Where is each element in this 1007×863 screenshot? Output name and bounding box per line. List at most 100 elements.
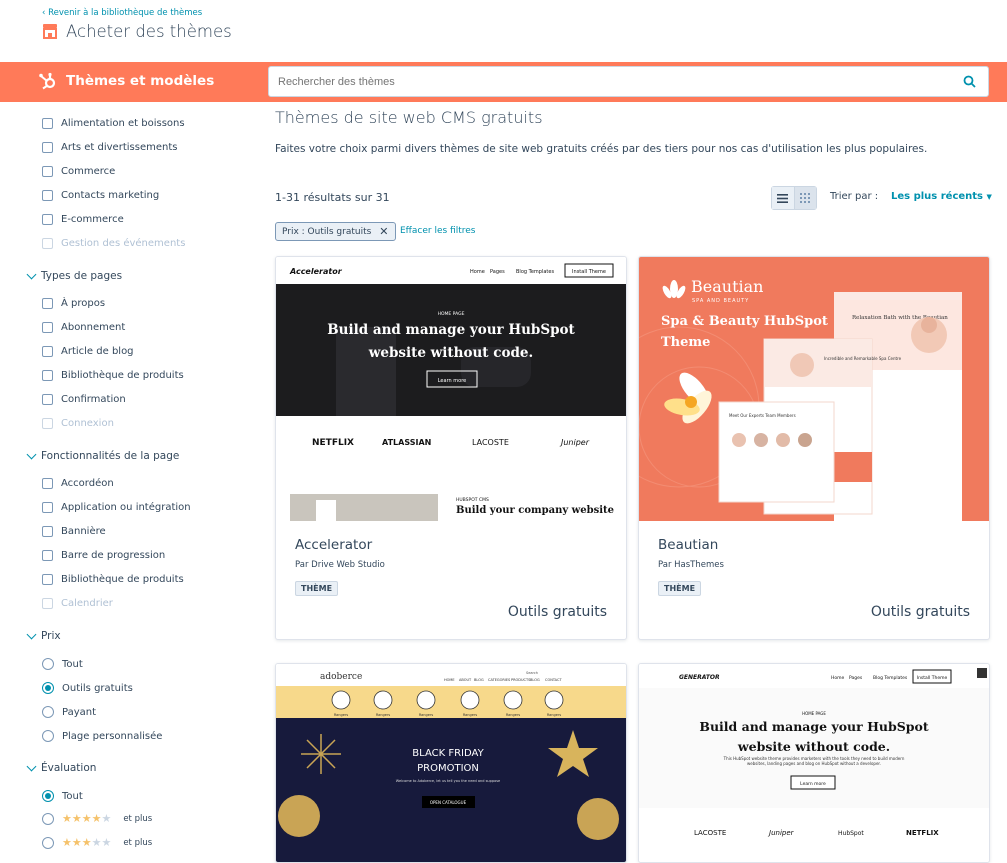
chevron-down-icon[interactable] xyxy=(26,761,37,771)
checkbox[interactable] xyxy=(42,166,53,177)
radio[interactable] xyxy=(42,658,54,670)
rating-option-all[interactable]: Tout xyxy=(42,790,83,802)
filter-label: Abonnement xyxy=(61,322,126,333)
brand-logo: LACOSTE xyxy=(694,829,726,837)
checkbox[interactable] xyxy=(42,214,53,225)
filter-feature: Calendrier xyxy=(42,598,113,609)
theme-name[interactable]: Beautian xyxy=(658,537,718,553)
filter-page-type[interactable]: À propos xyxy=(42,298,105,309)
checkbox[interactable] xyxy=(42,322,53,333)
page-title: Acheter des thèmes xyxy=(66,22,232,41)
theme-card-accelerator[interactable]: Accelerator Home Pages Blog Templates In… xyxy=(275,256,627,640)
search-icon[interactable] xyxy=(963,75,976,88)
preview-cta: Install Theme xyxy=(917,675,948,681)
star-rating-icon: ★★★★★ xyxy=(62,836,112,849)
price-option-free[interactable]: Outils gratuits xyxy=(42,682,133,694)
radio-selected[interactable] xyxy=(42,682,54,694)
sort-value[interactable]: Les plus récents xyxy=(891,191,983,202)
theme-name[interactable]: Accelerator xyxy=(295,537,372,553)
close-icon[interactable]: ✕ xyxy=(379,225,388,238)
section-title: Prix xyxy=(41,630,61,642)
checkbox[interactable] xyxy=(42,370,53,381)
preview-headline: Theme xyxy=(661,335,710,350)
theme-thumbnail[interactable]: GENERATOR Home Pages Blog Templates Inst… xyxy=(639,664,989,862)
rating-option-4[interactable]: ★★★★★ et plus xyxy=(42,812,152,825)
checkbox[interactable] xyxy=(42,526,53,537)
preview-icon-label: Rangers xyxy=(334,713,349,717)
back-link-label[interactable]: Revenir à la bibliothèque de thèmes xyxy=(48,8,202,18)
price-option-paid[interactable]: Payant xyxy=(42,706,96,718)
chevron-down-icon[interactable] xyxy=(26,629,37,639)
checkbox[interactable] xyxy=(42,394,53,405)
checkbox[interactable] xyxy=(42,478,53,489)
section-price[interactable]: Prix xyxy=(26,629,61,642)
filter-category-contacts[interactable]: Contacts marketing xyxy=(42,190,159,201)
filter-page-type[interactable]: Article de blog xyxy=(42,346,134,357)
checkbox[interactable] xyxy=(42,190,53,201)
filter-category-ecommerce[interactable]: E-commerce xyxy=(42,214,124,225)
checkbox[interactable] xyxy=(42,346,53,357)
search-input[interactable] xyxy=(269,67,949,96)
filter-page-type[interactable]: Confirmation xyxy=(42,394,126,405)
filter-label: Payant xyxy=(62,706,97,718)
theme-tag: THÈME xyxy=(658,581,702,596)
grid-view-button[interactable] xyxy=(794,187,816,209)
theme-thumbnail[interactable]: Accelerator Home Pages Blog Templates In… xyxy=(276,257,626,521)
preview-icon-label: Rangers xyxy=(463,713,478,717)
theme-thumbnail[interactable]: Beautian SPA AND BEAUTY Spa & Beauty Hub… xyxy=(639,257,989,521)
filter-feature[interactable]: Application ou intégration xyxy=(42,502,191,513)
filter-label: Outils gratuits xyxy=(62,682,133,694)
filter-category-food[interactable]: Alimentation et boissons xyxy=(42,118,185,129)
checkbox[interactable] xyxy=(42,298,53,309)
preview-eyebrow: HOME PAGE xyxy=(438,311,465,317)
back-link[interactable]: ‹ Revenir à la bibliothèque de thèmes xyxy=(42,8,202,18)
checkbox[interactable] xyxy=(42,574,53,585)
price-option-all[interactable]: Tout xyxy=(42,658,83,670)
filter-label: Bannière xyxy=(61,526,106,537)
section-rating[interactable]: Évaluation xyxy=(26,761,96,774)
preview-icon-label: Rangers xyxy=(376,713,391,717)
checkbox[interactable] xyxy=(42,502,53,513)
brand-logo: NETFLIX xyxy=(312,438,354,448)
list-view-button[interactable] xyxy=(772,187,795,209)
checkbox[interactable] xyxy=(42,550,53,561)
brand-logo: Juniper xyxy=(559,438,590,447)
radio-selected[interactable] xyxy=(42,790,54,802)
filter-feature[interactable]: Accordéon xyxy=(42,478,114,489)
filter-page-type[interactable]: Bibliothèque de produits xyxy=(42,370,184,381)
theme-card-generator[interactable]: GENERATOR Home Pages Blog Templates Inst… xyxy=(638,663,990,863)
radio[interactable] xyxy=(42,812,54,825)
section-page-types[interactable]: Types de pages xyxy=(26,269,122,282)
chevron-down-icon[interactable] xyxy=(26,449,37,459)
checkbox[interactable] xyxy=(42,142,53,153)
preview-nav: Pages xyxy=(490,269,505,275)
band-title: Thèmes et modèles xyxy=(66,73,215,89)
filter-feature[interactable]: Bibliothèque de produits xyxy=(42,574,184,585)
filter-page-type[interactable]: Abonnement xyxy=(42,322,125,333)
radio[interactable] xyxy=(42,730,54,742)
preview-headline: PROMOTION xyxy=(417,763,479,774)
radio[interactable] xyxy=(42,836,54,849)
preview-search: Search xyxy=(526,671,538,675)
filter-category-arts[interactable]: Arts et divertissements xyxy=(42,142,177,153)
clear-filters-link[interactable]: Effacer les filtres xyxy=(400,226,475,236)
rating-option-3[interactable]: ★★★★★ et plus xyxy=(42,836,152,849)
preview-icon-label: Rangers xyxy=(506,713,521,717)
checkbox[interactable] xyxy=(42,118,53,129)
preview-mock-text: Meet Our Experts Team Members xyxy=(729,413,796,418)
sort-dropdown[interactable]: Les plus récents ▼ xyxy=(891,191,992,202)
filter-label: Bibliothèque de produits xyxy=(61,574,184,585)
brand-logo: NETFLIX xyxy=(906,829,939,837)
chevron-down-icon[interactable] xyxy=(26,269,37,279)
filter-feature[interactable]: Bannière xyxy=(42,526,106,537)
theme-thumbnail[interactable]: adoberce Search HOME ABOUT BLOG CATEGORI… xyxy=(276,664,626,862)
filter-feature[interactable]: Barre de progression xyxy=(42,550,165,561)
filter-category-commerce[interactable]: Commerce xyxy=(42,166,115,177)
theme-card-beautian[interactable]: Beautian SPA AND BEAUTY Spa & Beauty Hub… xyxy=(638,256,990,640)
radio[interactable] xyxy=(42,706,54,718)
section-features[interactable]: Fonctionnalités de la page xyxy=(26,449,179,462)
theme-card-adoberce[interactable]: adoberce Search HOME ABOUT BLOG CATEGORI… xyxy=(275,663,627,863)
price-option-custom[interactable]: Plage personnalisée xyxy=(42,730,162,742)
page-header: Acheter des thèmes xyxy=(42,22,232,41)
section-title: Thèmes de site web CMS gratuits xyxy=(275,108,543,127)
